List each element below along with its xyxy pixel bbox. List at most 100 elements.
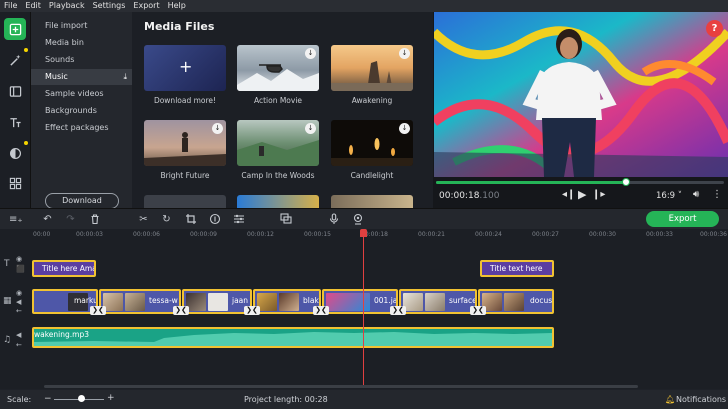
media-thumbnail [331, 195, 413, 208]
export-button[interactable]: Export [646, 211, 719, 227]
cut-button[interactable]: ✂ [137, 213, 150, 226]
import-tool-button[interactable] [4, 18, 26, 40]
mute-icon[interactable]: ◀ [16, 331, 21, 339]
unlink-icon[interactable]: ← [16, 307, 22, 315]
timeline: T ◉ ⬛ Title here Amaz Title text here ▦ … [0, 241, 728, 389]
transition-marker[interactable]: ❯❮ [313, 306, 329, 315]
menu-settings[interactable]: Settings [89, 0, 130, 12]
menu-edit[interactable]: Edit [21, 0, 45, 12]
clip-label: blak [303, 296, 319, 305]
video-clip[interactable]: marku [32, 289, 98, 314]
title-clip[interactable]: Title text here [480, 260, 554, 277]
seek-handle[interactable] [622, 178, 631, 186]
download-icon[interactable]: ↓ [399, 123, 410, 134]
redo-icon: ↷ [66, 214, 75, 225]
transition-marker[interactable]: ❯❮ [390, 306, 406, 315]
transitions-tool-button[interactable] [4, 80, 26, 102]
play-button[interactable]: ▶ [578, 188, 586, 201]
download-icon[interactable]: ↓ [212, 123, 223, 134]
record-voice-button[interactable] [327, 213, 340, 226]
ruler-tick-label: 00:00:12 [247, 231, 274, 238]
previous-frame-button[interactable]: ◂❙ [562, 189, 575, 200]
seek-bar[interactable] [436, 178, 724, 186]
menu-export[interactable]: Export [129, 0, 163, 12]
rotate-icon: ↻ [162, 214, 171, 225]
ruler-tick-label: 00:00:03 [76, 231, 103, 238]
webcam-button[interactable] [351, 213, 364, 226]
category-file-import[interactable]: File import [31, 18, 132, 34]
adjustments-button[interactable] [232, 213, 245, 226]
category-sounds[interactable]: Sounds [31, 52, 132, 68]
category-label: Media bin [45, 38, 84, 47]
volume-button[interactable]: 🔊︎ [693, 189, 699, 200]
title-clip[interactable]: Title here Amaz [32, 260, 96, 277]
transition-icon: ❯❮ [315, 306, 327, 314]
media-thumbnail [237, 195, 319, 208]
download-icon[interactable]: ↓ [399, 48, 410, 59]
trash-icon [91, 214, 98, 225]
crop-button[interactable] [184, 213, 197, 226]
zoom-out-icon[interactable]: − [44, 395, 52, 404]
preview-panel: ? 00:00:18.100 ◂❙ ▶ ❙▸ 16:9 ˅ 🔊︎ ⋮ [433, 12, 728, 208]
video-clip[interactable]: 001.ja [322, 289, 398, 314]
aspect-ratio-select[interactable]: 16:9 ˅ [656, 191, 682, 201]
titles-tool-button[interactable] [4, 111, 26, 133]
scale-slider-handle[interactable] [78, 395, 85, 402]
menu-playback[interactable]: Playback [45, 0, 89, 12]
video-track-icon: ▦ [3, 296, 12, 306]
download-button[interactable]: Download [45, 193, 119, 209]
menu-file[interactable]: File [0, 0, 21, 12]
menu-help[interactable]: Help [164, 0, 190, 12]
category-music[interactable]: Music ⤓ [31, 69, 132, 85]
add-track-button[interactable]: ≡₊ [9, 213, 23, 226]
transition-marker[interactable]: ❯❮ [470, 306, 486, 315]
clip-thumbnail [403, 293, 423, 311]
visibility-icon[interactable]: ◉ [16, 289, 22, 297]
zoom-in-icon[interactable]: + [107, 394, 115, 403]
notifications-link[interactable]: Notifications [676, 395, 726, 404]
video-clip[interactable]: docus [478, 289, 554, 314]
next-frame-button[interactable]: ❙▸ [592, 189, 605, 200]
effects-tool-button[interactable] [4, 49, 26, 71]
category-sample-videos[interactable]: Sample videos [31, 86, 132, 102]
clip-thumbnail [279, 293, 299, 311]
transition-icon: ❯❮ [472, 306, 484, 314]
more-tools-button[interactable] [4, 172, 26, 194]
video-clip[interactable]: jaan [182, 289, 252, 314]
clip-properties-button[interactable] [208, 213, 221, 226]
clip-properties-icon [209, 213, 220, 225]
transition-marker[interactable]: ❯❮ [90, 306, 106, 315]
download-icon[interactable]: ↓ [305, 123, 316, 134]
timeline-toolbar: ≡₊ ↶ ↷ ✂ ↻ Export [0, 208, 728, 229]
unlink-icon[interactable]: ← [16, 341, 22, 349]
play-icon: ▶ [578, 188, 587, 201]
transition-marker[interactable]: ❯❮ [244, 306, 260, 315]
download-icon[interactable]: ↓ [305, 48, 316, 59]
filters-tool-button[interactable] [4, 142, 26, 164]
undo-button[interactable]: ↶ [41, 213, 54, 226]
redo-button[interactable]: ↷ [64, 213, 77, 226]
mute-icon[interactable]: ◀ [16, 298, 21, 306]
rotate-button[interactable]: ↻ [160, 213, 173, 226]
delete-button[interactable] [88, 213, 101, 226]
category-effect-packages[interactable]: Effect packages [31, 120, 132, 136]
overlay-button[interactable] [279, 213, 292, 226]
clip-label: marku [74, 296, 98, 305]
category-backgrounds[interactable]: Backgrounds [31, 103, 132, 119]
clip-thumbnail [257, 293, 277, 311]
audio-clip[interactable]: wakening.mp3 [32, 327, 554, 348]
lock-icon[interactable]: ⬛ [16, 265, 25, 273]
media-caption: Awakening [351, 96, 393, 105]
video-clip[interactable]: tessa-w [99, 289, 181, 314]
help-button[interactable]: ? [706, 20, 723, 37]
ruler-tick-label: 00:00 [33, 231, 51, 238]
visibility-icon[interactable]: ◉ [16, 255, 22, 263]
more-options-button[interactable]: ⋮ [712, 189, 722, 200]
bell-icon: 🔔︎ [665, 395, 676, 404]
video-clip[interactable]: surface [399, 289, 477, 314]
category-media-bin[interactable]: Media bin [31, 35, 132, 51]
transition-marker[interactable]: ❯❮ [173, 306, 189, 315]
video-clip[interactable]: blak [253, 289, 321, 314]
timeline-scrollbar[interactable] [44, 385, 638, 388]
playhead[interactable] [363, 231, 364, 385]
